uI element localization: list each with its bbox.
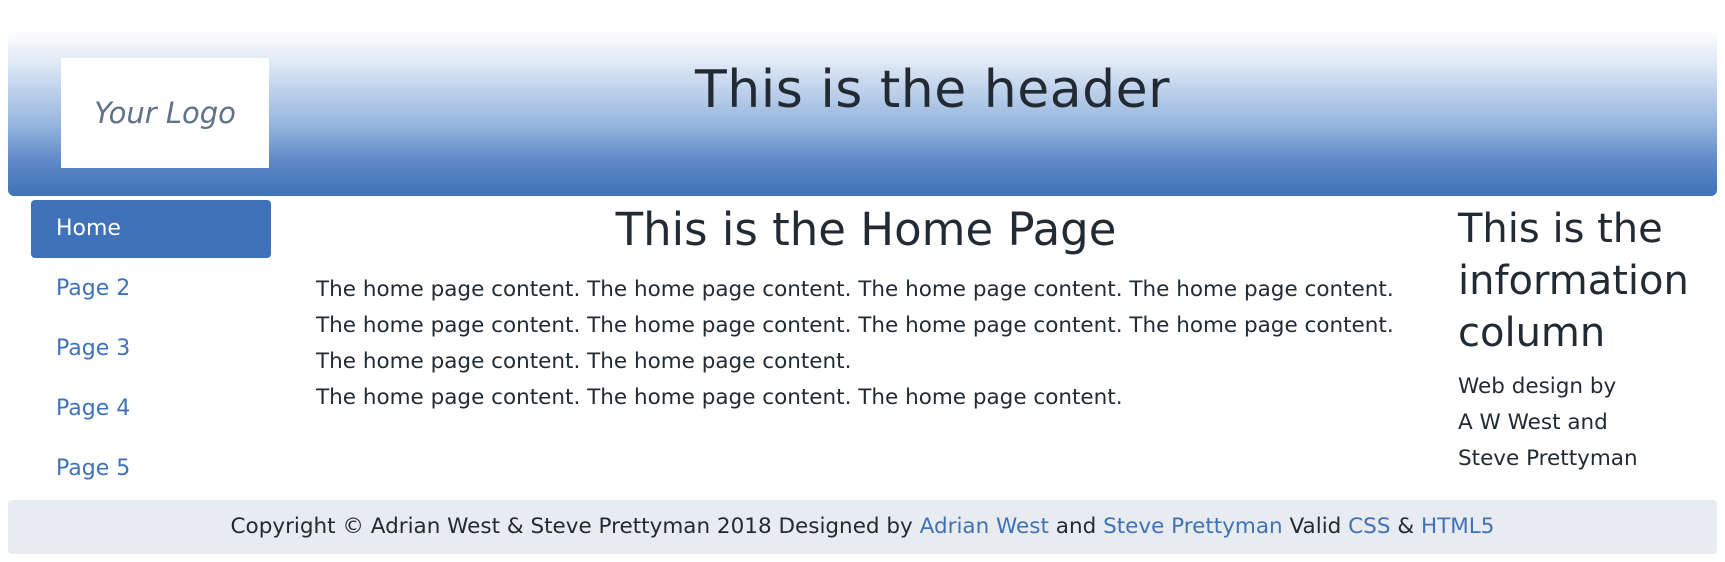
nav-item-page-3[interactable]: Page 3 xyxy=(31,320,271,378)
content-paragraph: The home page content. The home page con… xyxy=(316,385,1123,410)
nav-item-page-5[interactable]: Page 5 xyxy=(31,440,271,498)
footer-link-steve-prettyman[interactable]: Steve Prettyman xyxy=(1103,514,1283,539)
footer: Copyright © Adrian West & Steve Prettyma… xyxy=(8,500,1717,554)
logo[interactable]: Your Logo xyxy=(61,58,269,168)
info-line: A W West and xyxy=(1458,410,1608,435)
footer-copyright: Copyright © Adrian West & Steve Prettyma… xyxy=(230,514,913,539)
footer-valid: Valid xyxy=(1289,514,1342,539)
header: Your Logo This is the header xyxy=(8,30,1717,196)
footer-link-adrian-west[interactable]: Adrian West xyxy=(920,514,1049,539)
nav-item-home[interactable]: Home xyxy=(31,200,271,258)
info-credits: Web design by A W West and Steve Prettym… xyxy=(1458,369,1713,477)
nav-item-page-4[interactable]: Page 4 xyxy=(31,380,271,438)
info-column: This is the information column Web desig… xyxy=(1458,203,1713,477)
info-line: Steve Prettyman xyxy=(1458,446,1638,471)
main-content: This is the Home Page The home page cont… xyxy=(316,200,1416,416)
sidebar-nav: Home Page 2 Page 3 Page 4 Page 5 xyxy=(31,200,271,498)
header-title: This is the header xyxy=(695,60,1170,120)
footer-link-css[interactable]: CSS xyxy=(1348,514,1390,539)
page: Your Logo This is the header Home Page 2… xyxy=(0,0,1725,562)
nav-item-page-2[interactable]: Page 2 xyxy=(31,260,271,318)
content-paragraph: The home page content. The home page con… xyxy=(316,277,1394,374)
info-title: This is the information column xyxy=(1458,206,1689,356)
footer-and: and xyxy=(1055,514,1097,539)
info-line: Web design by xyxy=(1458,374,1617,399)
page-title: This is the Home Page xyxy=(615,203,1117,256)
footer-link-html5[interactable]: HTML5 xyxy=(1421,514,1495,539)
footer-amp: & xyxy=(1397,514,1415,539)
